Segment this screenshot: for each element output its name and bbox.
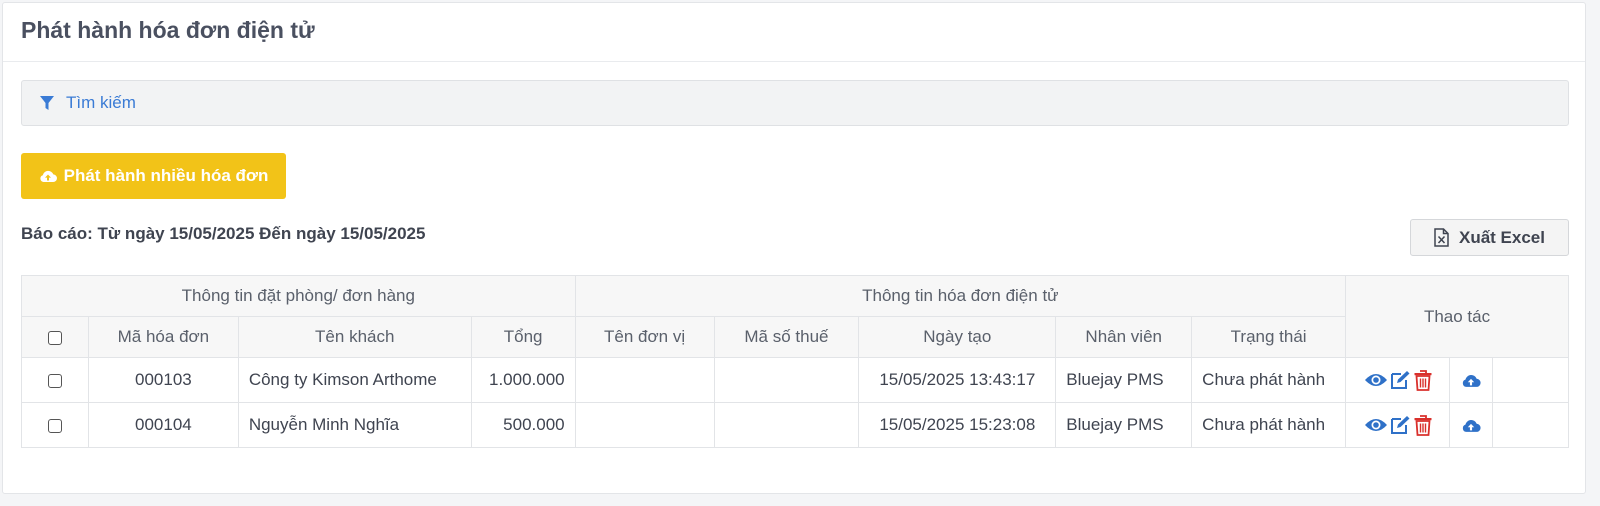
col-customer: Tên khách (237, 316, 472, 358)
view-eye-icon[interactable] (1364, 417, 1388, 433)
publish-many-label: Phát hành nhiều hóa đơn (63, 166, 269, 185)
unit-name-cell (574, 402, 715, 448)
status-cell: Chưa phát hành (1191, 357, 1347, 403)
col-total: Tổng (470, 316, 576, 358)
delete-trash-icon[interactable] (1414, 369, 1432, 391)
report-date-range: Báo cáo: Từ ngày 15/05/2025 Đến ngày 15/… (21, 224, 426, 243)
edit-icon[interactable] (1390, 370, 1412, 390)
col-staff: Nhân viên (1055, 316, 1193, 358)
col-invoice-code: Mã hóa đơn (87, 316, 239, 358)
export-excel-button[interactable]: Xuất Excel (1410, 219, 1569, 256)
row-checkbox[interactable] (47, 373, 62, 388)
col-tax-code: Mã số thuế (713, 316, 860, 358)
row-select-cell (21, 357, 89, 403)
view-eye-icon[interactable] (1364, 372, 1388, 388)
col-status: Trạng thái (1191, 316, 1347, 358)
filter-icon (40, 95, 54, 110)
unit-name-cell (574, 357, 715, 403)
col-unit-name: Tên đơn vị (574, 316, 715, 358)
row-checkbox[interactable] (47, 418, 62, 433)
invoice-code-cell: 000104 (87, 402, 239, 448)
publish-many-button[interactable]: Phát hành nhiều hóa đơn (21, 153, 286, 199)
row-publish-cell (1449, 357, 1493, 403)
created-cell: 15/05/2025 13:43:17 (858, 357, 1057, 403)
row-extra-cell (1491, 357, 1570, 403)
table-row: 000104 Nguyễn Minh Nghĩa 500.000 15/05/2… (21, 402, 1570, 448)
customer-cell: Nguyễn Minh Nghĩa (237, 402, 472, 448)
search-toggle[interactable]: Tìm kiếm (21, 80, 1569, 126)
status-cell: Chưa phát hành (1191, 402, 1347, 448)
tax-code-cell (713, 357, 860, 403)
invoice-table: Thông tin đặt phòng/ đơn hàng Thông tin … (21, 275, 1570, 448)
row-actions-cell (1345, 357, 1451, 403)
select-all-checkbox[interactable] (47, 330, 62, 345)
total-cell: 500.000 (470, 402, 576, 448)
page-title: Phát hành hóa đơn điện tử (21, 16, 315, 43)
customer-cell: Công ty Kimson Arthome (237, 357, 472, 403)
col-created: Ngày tạo (858, 316, 1057, 358)
invoice-code-cell: 000103 (87, 357, 239, 403)
staff-cell: Bluejay PMS (1055, 402, 1193, 448)
staff-cell: Bluejay PMS (1055, 357, 1193, 403)
delete-trash-icon[interactable] (1414, 414, 1432, 436)
group-header-actions: Thao tác (1345, 275, 1569, 358)
cloud-upload-icon[interactable] (1461, 418, 1481, 433)
total-cell: 1.000.000 (470, 357, 576, 403)
row-actions-cell (1345, 402, 1451, 448)
group-header-booking: Thông tin đặt phòng/ đơn hàng (21, 275, 576, 317)
row-select-cell (21, 402, 89, 448)
tax-code-cell (713, 402, 860, 448)
excel-file-icon (1434, 228, 1449, 247)
search-label: Tìm kiếm (66, 93, 136, 112)
created-cell: 15/05/2025 15:23:08 (858, 402, 1057, 448)
card-header: Phát hành hóa đơn điện tử (3, 3, 1585, 62)
row-publish-cell (1449, 402, 1493, 448)
cloud-upload-icon (40, 170, 57, 183)
edit-icon[interactable] (1390, 415, 1412, 435)
invoice-publish-panel: Phát hành hóa đơn điện tử Tìm kiếm Phát … (2, 2, 1586, 494)
row-extra-cell (1491, 402, 1570, 448)
cloud-upload-icon[interactable] (1461, 373, 1481, 388)
export-excel-label: Xuất Excel (1459, 227, 1545, 247)
table-row: 000103 Công ty Kimson Arthome 1.000.000 … (21, 357, 1570, 403)
group-header-einvoice: Thông tin hóa đơn điện tử (574, 275, 1347, 317)
select-all-cell (21, 316, 89, 358)
